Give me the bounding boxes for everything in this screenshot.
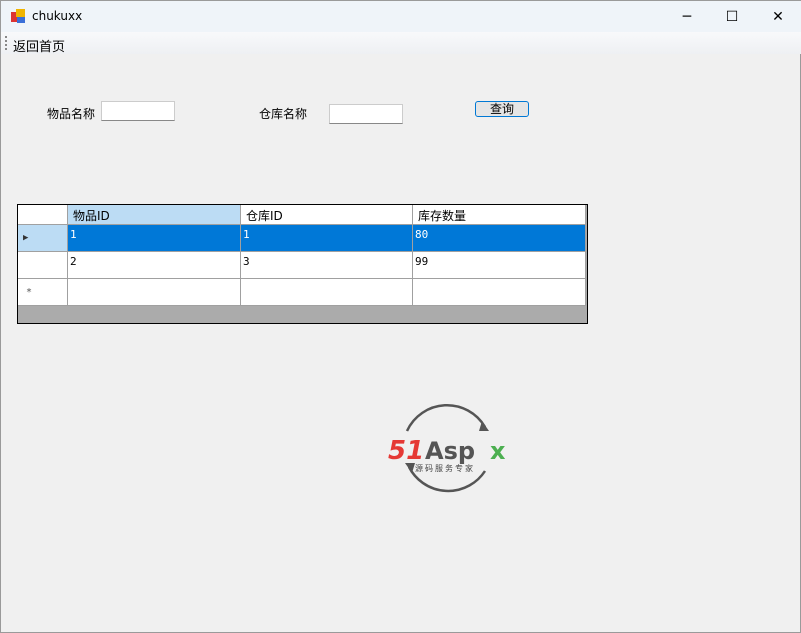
current-row-icon[interactable]: ▶ xyxy=(18,225,68,252)
title-bar: chukuxx ─ ☐ ✕ xyxy=(1,1,801,32)
maximize-icon: ☐ xyxy=(725,8,739,25)
grid-header: 物品ID 仓库ID 库存数量 xyxy=(18,205,586,225)
cell-warehouse-id[interactable] xyxy=(241,279,413,306)
app-icon xyxy=(11,9,25,23)
menu-back-home[interactable]: 返回首页 xyxy=(13,36,65,55)
corner-header[interactable] xyxy=(18,205,68,225)
column-header-item-id[interactable]: 物品ID xyxy=(68,205,241,225)
warehouse-name-input[interactable] xyxy=(329,104,403,124)
item-name-input[interactable] xyxy=(101,101,175,121)
svg-text:Asp: Asp xyxy=(425,437,475,465)
close-icon: ✕ xyxy=(772,8,784,25)
cell-warehouse-id[interactable]: 3 xyxy=(241,252,413,279)
column-header-stock-qty[interactable]: 库存数量 xyxy=(413,205,586,225)
svg-text:x: x xyxy=(490,437,506,465)
cell-item-id[interactable] xyxy=(68,279,241,306)
item-name-label: 物品名称 xyxy=(47,107,96,121)
window-title: chukuxx xyxy=(32,9,83,23)
inventory-grid[interactable]: 物品ID 仓库ID 库存数量 ▶ 1 1 80 2 3 99 * xyxy=(17,204,588,324)
new-row[interactable]: * xyxy=(18,279,586,306)
svg-text:源码服务专家: 源码服务专家 xyxy=(415,463,475,473)
row-header[interactable] xyxy=(18,252,68,279)
cell-item-id[interactable]: 2 xyxy=(68,252,241,279)
cell-stock-qty[interactable] xyxy=(413,279,586,306)
column-header-warehouse-id[interactable]: 仓库ID xyxy=(241,205,413,225)
minimize-icon: ─ xyxy=(682,8,692,25)
maximize-button[interactable]: ☐ xyxy=(709,1,755,32)
warehouse-name-label: 仓库名称 xyxy=(259,107,308,121)
cell-stock-qty[interactable]: 99 xyxy=(413,252,586,279)
toolbar-grip[interactable] xyxy=(5,36,7,50)
menu-bar xyxy=(1,32,801,54)
51aspx-logo: 51 Asp x 源码服务专家 xyxy=(388,404,506,493)
table-row[interactable]: ▶ 1 1 80 xyxy=(18,225,586,252)
cell-stock-qty[interactable]: 80 xyxy=(413,225,586,252)
minimize-button[interactable]: ─ xyxy=(664,1,710,32)
close-button[interactable]: ✕ xyxy=(755,1,801,32)
new-row-icon[interactable]: * xyxy=(18,279,68,306)
table-row[interactable]: 2 3 99 xyxy=(18,252,586,279)
query-button[interactable]: 查询 xyxy=(475,101,529,117)
cell-warehouse-id[interactable]: 1 xyxy=(241,225,413,252)
svg-text:51: 51 xyxy=(388,436,424,466)
cell-item-id[interactable]: 1 xyxy=(68,225,241,252)
